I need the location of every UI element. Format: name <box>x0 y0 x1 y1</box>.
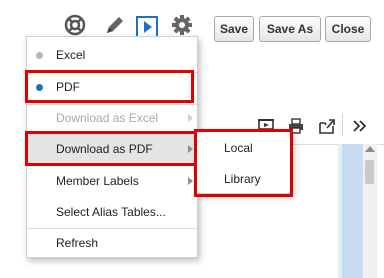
submenu-item-label: Local <box>224 141 253 155</box>
radio-selected-icon <box>36 84 43 91</box>
menu-item-label: Download as Excel <box>56 111 159 125</box>
menu-item-label: Member Labels <box>56 174 139 188</box>
vertical-scrollbar[interactable] <box>362 144 377 278</box>
export-icon[interactable] <box>318 118 336 137</box>
submenu-arrow-icon <box>188 114 193 122</box>
toolbar-divider <box>342 114 343 136</box>
scroll-up-arrow-icon[interactable] <box>365 146 375 152</box>
menu-item-excel[interactable]: Excel <box>27 41 197 69</box>
submenu-arrow-icon <box>188 145 193 153</box>
submenu-item-local[interactable]: Local <box>197 134 291 162</box>
menu-item-label: Excel <box>56 48 86 62</box>
menu-item-label: Select Alias Tables... <box>56 205 166 219</box>
save-as-button[interactable]: Save As <box>259 16 321 42</box>
lifebuoy-icon[interactable] <box>64 14 88 38</box>
menu-item-pdf[interactable]: PDF <box>27 73 197 101</box>
menu-item-download-as-pdf[interactable]: Download as PDF <box>27 134 197 164</box>
gear-icon[interactable] <box>171 14 195 38</box>
double-chevron-right-icon[interactable] <box>352 118 368 137</box>
pencil-icon[interactable] <box>104 14 128 38</box>
close-button[interactable]: Close <box>325 16 371 42</box>
menu-item-refresh[interactable]: Refresh <box>27 229 197 257</box>
scrollbar-thumb[interactable] <box>365 160 374 184</box>
menu-item-member-labels[interactable]: Member Labels <box>27 167 197 195</box>
radio-unselected-icon <box>36 52 43 59</box>
menu-item-label: PDF <box>56 80 80 94</box>
sheet-area <box>342 144 362 278</box>
menu-item-label: Download as PDF <box>56 142 153 156</box>
submenu-item-library[interactable]: Library <box>197 165 291 193</box>
menu-item-download-as-excel: Download as Excel <box>27 104 197 132</box>
output-options-menu: Excel PDF Download as Excel Download as … <box>26 36 198 258</box>
menu-item-label: Refresh <box>56 236 99 250</box>
submenu-item-label: Library <box>224 172 261 186</box>
save-button[interactable]: Save <box>214 16 254 42</box>
menu-item-select-alias-tables[interactable]: Select Alias Tables... <box>27 198 197 226</box>
download-as-pdf-submenu: Local Library <box>196 130 292 194</box>
submenu-arrow-icon <box>188 177 193 185</box>
